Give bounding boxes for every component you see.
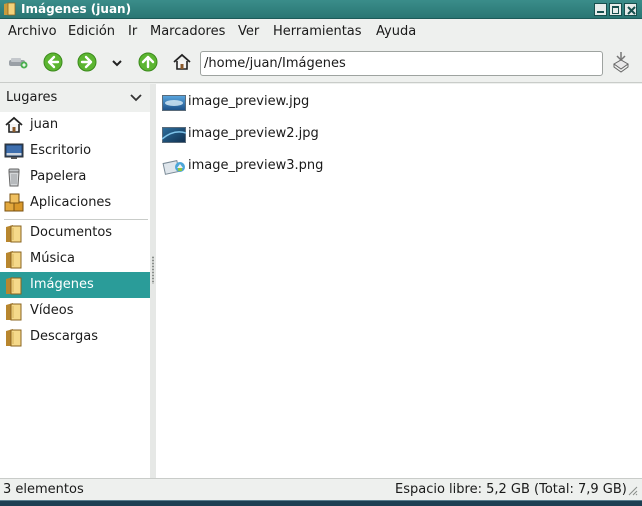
title-bar[interactable]: Imágenes (juan) [0,0,642,19]
file-item[interactable]: image_preview3.png [160,155,330,179]
path-bar[interactable] [200,51,603,76]
back-icon [43,52,63,76]
window-title: Imágenes (juan) [21,2,132,16]
sidebar-item-juan[interactable]: juan [0,112,150,138]
sidebar-item-label: Descargas [30,329,99,344]
close-button[interactable] [624,3,637,16]
menu-edicion[interactable]: Edición [68,24,115,39]
file-item[interactable]: image_preview.jpg [160,91,320,115]
file-name: image_preview2.jpg [188,126,319,141]
file-name: image_preview3.png [188,158,324,173]
bookmark-button[interactable] [609,52,633,76]
file-manager-window: Imágenes (juan) Archivo Edición Ir Marca… [0,0,642,506]
menu-marcadores[interactable]: Marcadores [150,24,225,39]
sidebar-item-label: Música [30,251,75,266]
sidebar-item-musica[interactable]: Música [0,246,150,272]
folder-icon [4,301,24,321]
maximize-button[interactable] [609,3,622,16]
home-button[interactable] [170,52,194,76]
up-icon [138,52,158,76]
places-header-label: Lugares [6,90,58,105]
free-space: Espacio libre: 5,2 GB (Total: 7,9 GB) [395,482,627,497]
sidebar-item-label: juan [30,117,59,132]
folder-icon [4,249,24,269]
home-icon [4,115,24,135]
sidebar-item-imagenes[interactable]: Imágenes [0,272,150,298]
trash-icon [4,167,24,187]
new-tab-button[interactable] [6,52,30,76]
sidebar-item-videos[interactable]: Vídeos [0,298,150,324]
status-bar: 3 elementos Espacio libre: 5,2 GB (Total… [0,478,642,500]
menu-archivo[interactable]: Archivo [8,24,57,39]
menu-ver[interactable]: Ver [238,24,259,39]
image-thumbnail-icon [162,95,186,111]
window-bottom-border [0,500,642,506]
file-name: image_preview.jpg [188,94,310,109]
folder-icon [4,275,24,295]
file-view[interactable]: image_preview.jpg image_preview2.jpg ima… [156,84,642,478]
path-input[interactable] [204,54,599,73]
resize-grip-icon[interactable] [626,484,638,500]
new-tab-icon [7,54,29,74]
folder-icon [3,2,16,16]
history-dropdown-button[interactable] [105,52,129,76]
chevron-down-icon [111,57,123,72]
bookmark-icon [611,51,631,77]
desktop-icon [4,141,24,161]
splitter-grip[interactable] [152,256,154,284]
home-icon [172,52,192,76]
file-item[interactable]: image_preview2.jpg [160,123,330,147]
menu-ayuda[interactable]: Ayuda [376,24,416,39]
image-thumbnail-icon [162,159,186,175]
places-header[interactable]: Lugares [0,84,150,112]
sidebar-item-escritorio[interactable]: Escritorio [0,138,150,164]
sidebar-item-label: Vídeos [30,303,74,318]
image-thumbnail-icon [161,127,187,143]
sidebar-item-label: Papelera [30,169,87,184]
forward-button[interactable] [75,52,99,76]
menu-bar: Archivo Edición Ir Marcadores Ver Herram… [0,20,642,44]
sidebar-item-label: Imágenes [30,277,94,292]
sidebar-item-label: Aplicaciones [30,195,112,210]
menu-herramientas[interactable]: Herramientas [273,24,362,39]
applications-icon [4,193,24,213]
sidebar-item-documentos[interactable]: Documentos [0,220,150,246]
side-pane: Lugares juan Escritorio Papelera Aplicac… [0,84,150,478]
sidebar-item-aplicaciones[interactable]: Aplicaciones [0,190,150,216]
forward-icon [77,52,97,76]
sidebar-item-papelera[interactable]: Papelera [0,164,150,190]
menu-ir[interactable]: Ir [128,24,137,39]
back-button[interactable] [41,52,65,76]
item-count: 3 elementos [3,482,84,497]
sidebar-item-descargas[interactable]: Descargas [0,324,150,350]
minimize-button[interactable] [594,3,607,16]
sidebar-item-label: Documentos [30,225,113,240]
up-button[interactable] [136,52,160,76]
sidebar-item-label: Escritorio [30,143,92,158]
toolbar [0,45,642,83]
chevron-down-icon [130,92,142,107]
folder-icon [4,327,24,347]
folder-icon [4,223,24,243]
